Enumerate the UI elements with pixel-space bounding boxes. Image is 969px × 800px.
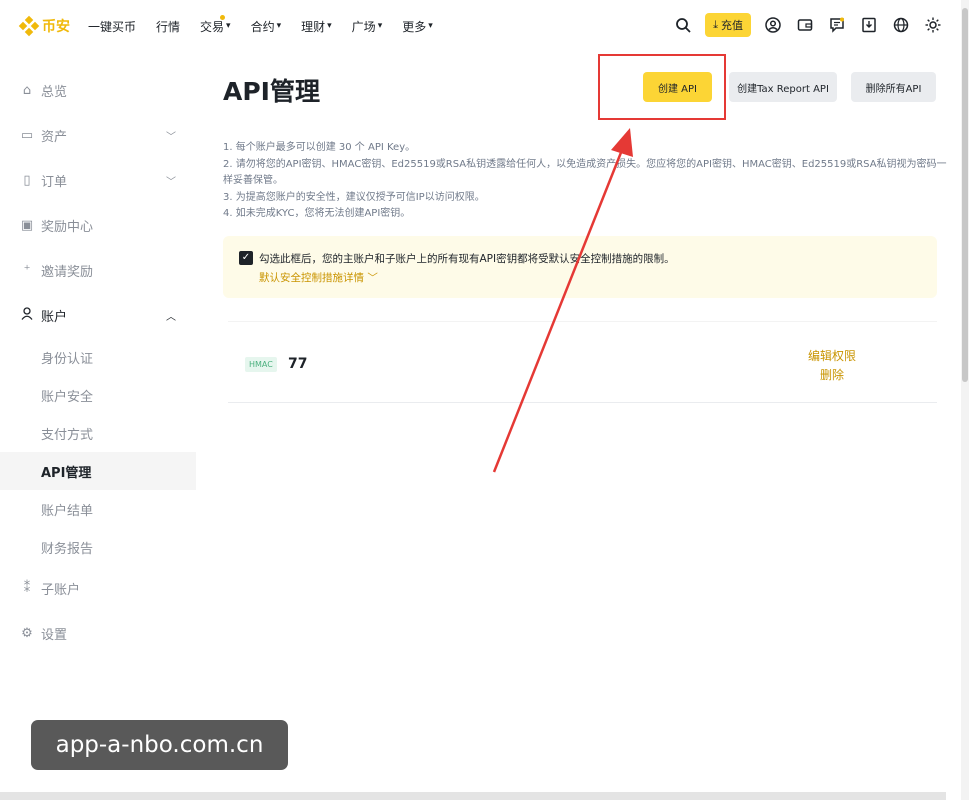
sidebar-item-sub-accounts[interactable]: ⁑ 子账户 xyxy=(0,566,196,611)
app-download-icon[interactable] xyxy=(859,15,879,35)
key-type-badge: HMAC xyxy=(245,357,277,372)
sidebar-item-orders[interactable]: ▯ 订单 ﹀ xyxy=(0,158,196,203)
top-right-icons: ⤓ 充值 xyxy=(661,13,943,37)
subaccount-icon: ⁑ xyxy=(23,581,31,596)
agreement-text: 勾选此框后，您的主账户和子账户上的所有现有API密钥都将受默认安全控制措施的限制… xyxy=(259,253,675,265)
sidebar-subitem-payment[interactable]: 支付方式 xyxy=(0,414,196,452)
edit-permissions-link[interactable]: 编辑权限 xyxy=(808,347,856,366)
sidebar-item-settings[interactable]: ⚙ 设置 xyxy=(0,611,196,656)
sidebar-item-assets[interactable]: ▭ 资产 ﹀ xyxy=(0,113,196,158)
nav-buy-crypto[interactable]: 一键买币 xyxy=(88,18,136,35)
note-line: 2. 请勿将您的API密钥、HMAC密钥、Ed25519或RSA私钥透露给任何人… xyxy=(223,158,947,187)
agreement-details-link[interactable]: 默认安全控制措施详情 ﹀ xyxy=(259,270,378,285)
sidebar-item-referral[interactable]: ⁺ 邀请奖励 xyxy=(0,248,196,293)
chevron-down-icon: ﹀ xyxy=(364,272,378,284)
sidebar-subitem-identity[interactable]: 身份认证 xyxy=(0,338,196,376)
scrollbar-thumb[interactable] xyxy=(962,8,968,382)
page-title: API管理 xyxy=(223,77,320,106)
chevron-down-icon: ▾ xyxy=(327,21,332,31)
note-line: 3. 为提高您账户的安全性，建议仅授予可信IP以访问权限。 xyxy=(223,191,485,203)
user-icon[interactable] xyxy=(763,15,783,35)
api-notes: 1. 每个账户最多可以创建 30 个 API Key。 2. 请勿将您的API密… xyxy=(223,140,948,223)
chevron-down-icon: ﹀ xyxy=(166,177,176,188)
invite-icon: ⁺ xyxy=(23,263,31,278)
api-key-actions: 编辑权限 删除 xyxy=(808,347,856,385)
chevron-down-icon: ▾ xyxy=(377,21,383,31)
nav-trade[interactable]: 交易 ▾ xyxy=(200,14,231,35)
binance-logo[interactable]: 币安 xyxy=(18,15,70,37)
wallet-icon[interactable] xyxy=(795,15,815,35)
vertical-scrollbar[interactable] xyxy=(961,0,969,800)
nav-earn[interactable]: 理财 ▾ xyxy=(301,18,332,35)
orders-icon: ▯ xyxy=(23,173,31,188)
annotation-highlight-box xyxy=(598,54,726,120)
chevron-down-icon: ▾ xyxy=(226,21,231,31)
home-icon: ⌂ xyxy=(22,83,32,98)
assets-icon: ▭ xyxy=(20,128,34,143)
note-line: 4. 如未完成KYC，您将无法创建API密钥。 xyxy=(223,208,411,219)
watermark: app-a-nbo.com.cn xyxy=(31,720,288,770)
search-icon[interactable] xyxy=(673,15,693,35)
create-tax-report-api-button[interactable]: 创建Tax Report API xyxy=(729,72,837,102)
security-agreement-banner: ✓ 勾选此框后，您的主账户和子账户上的所有现有API密钥都将受默认安全控制措施的… xyxy=(223,236,937,298)
message-icon[interactable] xyxy=(827,15,847,35)
sidebar-item-account[interactable]: 账户 ︿ xyxy=(0,293,196,338)
sidebar-subitem-security[interactable]: 账户安全 xyxy=(0,376,196,414)
globe-icon[interactable] xyxy=(891,15,911,35)
chevron-up-icon: ︿ xyxy=(166,312,176,323)
nav-markets[interactable]: 行情 xyxy=(156,18,180,35)
download-icon: ⤓ xyxy=(713,18,718,31)
horizontal-scrollbar[interactable] xyxy=(0,792,946,800)
nav-square[interactable]: 广场 ▾ xyxy=(352,18,383,35)
note-line: 1. 每个账户最多可以创建 30 个 API Key。 xyxy=(223,142,416,153)
logo-icon xyxy=(18,15,40,37)
agreement-checkbox[interactable]: ✓ xyxy=(239,251,253,265)
sidebar-subitem-financial-report[interactable]: 财务报告 xyxy=(0,528,196,566)
sidebar: ⌂ 总览 ▭ 资产 ﹀ ▯ 订单 ﹀ ▣ 奖励中心 ⁺ 邀请奖励 账户 ︿ 身份 xyxy=(0,68,196,656)
api-key-row: HMAC 77 编辑权限 删除 xyxy=(228,321,937,403)
top-navbar: 币安 一键买币 行情 交易 ▾ 合约 ▾ 理财 ▾ 广场 ▾ 更多 ▾ ⤓ 充值 xyxy=(0,0,969,52)
sidebar-subitem-api-management[interactable]: API管理 xyxy=(0,452,196,490)
sidebar-item-overview[interactable]: ⌂ 总览 xyxy=(0,68,196,113)
nav-more[interactable]: 更多 ▾ xyxy=(402,18,433,35)
account-icon xyxy=(20,307,34,324)
api-key-name: 77 xyxy=(288,356,308,372)
theme-icon[interactable] xyxy=(923,15,943,35)
delete-all-api-button[interactable]: 删除所有API xyxy=(851,72,936,102)
sidebar-item-reward-center[interactable]: ▣ 奖励中心 xyxy=(0,203,196,248)
chevron-down-icon: ▾ xyxy=(276,21,282,31)
reward-icon: ▣ xyxy=(20,218,34,233)
page: 币安 一键买币 行情 交易▾ 合约▾ 理财▾ 广场▾ 更多▾ ⤓ 充值 xyxy=(0,0,969,800)
logo-text: 币安 xyxy=(42,19,70,35)
chevron-down-icon: ﹀ xyxy=(166,132,176,143)
delete-key-link[interactable]: 删除 xyxy=(808,366,856,385)
settings-icon: ⚙ xyxy=(21,626,33,641)
deposit-button[interactable]: ⤓ 充值 xyxy=(705,13,751,37)
chevron-down-icon: ▾ xyxy=(428,21,433,31)
sidebar-subitem-statements[interactable]: 账户结单 xyxy=(0,490,196,528)
nav-futures[interactable]: 合约 ▾ xyxy=(251,18,282,35)
